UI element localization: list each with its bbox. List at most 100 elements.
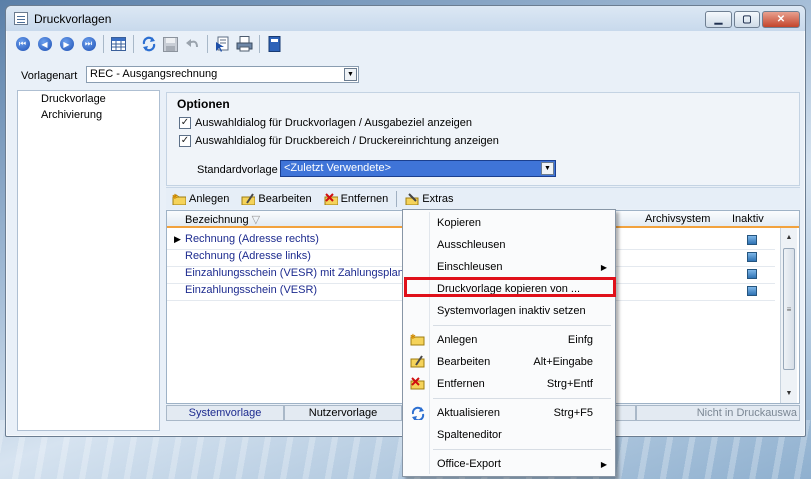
side-item-archivierung[interactable]: Archivierung: [41, 109, 102, 121]
side-item-druckvorlage[interactable]: Druckvorlage: [41, 93, 106, 105]
document-cursor-icon: [215, 36, 228, 52]
menu-separator: [433, 449, 611, 450]
grid-toolbar: ✱ Anlegen Bearbeiten Entfernen Extras: [166, 187, 800, 209]
edit-folder-icon: [410, 355, 425, 368]
toolbar-separator: [259, 35, 260, 53]
previous-record-button[interactable]: ◀: [34, 34, 55, 54]
table-row[interactable]: Einzahlungsschein (VESR): [185, 284, 317, 301]
menu-item-aktualisieren[interactable]: Aktualisieren Strg+F5: [405, 403, 613, 423]
menu-item-bearbeiten[interactable]: Bearbeiten Alt+Eingabe: [405, 352, 613, 372]
context-menu: Kopieren Ausschleusen Einschleusen ▶ Druc…: [402, 209, 616, 477]
optionen-panel: Optionen ✓ Auswahldialog für Druckvorlag…: [166, 92, 800, 186]
next-record-button[interactable]: ▶: [56, 34, 77, 54]
checkbox-druckvorlagen[interactable]: ✓: [179, 117, 191, 129]
first-record-button[interactable]: ⏮: [12, 34, 33, 54]
entfernen-label: Entfernen: [340, 192, 389, 205]
grid-scrollbar[interactable]: ▲ ≡ ▼: [780, 228, 797, 403]
menu-item-spalteneditor[interactable]: Spalteneditor: [405, 425, 613, 445]
menu-item-entfernen[interactable]: Entfernen Strg+Entf: [405, 374, 613, 394]
new-folder-icon: ✱: [172, 193, 186, 205]
anlegen-button[interactable]: ✱ Anlegen: [166, 189, 235, 209]
window-icon: [14, 12, 28, 25]
scroll-thumb[interactable]: ≡: [783, 248, 795, 370]
inaktiv-checkbox[interactable]: [747, 252, 757, 262]
close-icon: ✕: [776, 14, 786, 25]
column-header-archivsystem[interactable]: Archivsystem: [645, 213, 710, 225]
standardvorlage-select[interactable]: <Zuletzt Verwendete> ▼: [280, 160, 556, 177]
optionen-title: Optionen: [177, 97, 230, 111]
menu-item-anlegen[interactable]: ✱ Anlegen Einfg: [405, 330, 613, 350]
last-icon: ⏭: [81, 37, 96, 51]
chevron-down-icon[interactable]: ▼: [344, 68, 357, 81]
legend-nutzervorlage: Nutzervorlage: [284, 405, 402, 421]
inaktiv-checkbox[interactable]: [747, 235, 757, 245]
vorlagenart-value: REC - Ausgangsrechnung: [90, 68, 218, 80]
bearbeiten-button[interactable]: Bearbeiten: [235, 189, 317, 209]
inaktiv-checkbox[interactable]: [747, 286, 757, 296]
inaktiv-checkbox[interactable]: [747, 269, 757, 279]
menu-shortcut: Einfg: [567, 334, 593, 346]
minimize-button[interactable]: ▁: [705, 11, 732, 28]
scroll-down-icon[interactable]: ▼: [782, 386, 796, 400]
entfernen-button[interactable]: Entfernen: [318, 189, 395, 209]
book-button[interactable]: [264, 34, 285, 54]
last-record-button[interactable]: ⏭: [78, 34, 99, 54]
menu-shortcut: Strg+F5: [553, 407, 593, 419]
menu-label: Office-Export: [437, 458, 501, 470]
row-indicator-icon: ▶: [174, 234, 181, 244]
extras-button[interactable]: Extras: [399, 189, 459, 209]
print-preview-button[interactable]: [212, 34, 233, 54]
checkbox-druckbereich-label: Auswahldialog für Druckbereich / Drucker…: [195, 135, 499, 147]
save-button[interactable]: [160, 34, 181, 54]
option-row-druckbereich[interactable]: ✓ Auswahldialog für Druckbereich / Druck…: [179, 135, 499, 147]
refresh-icon: [142, 36, 155, 52]
checkbox-druckbereich[interactable]: ✓: [179, 135, 191, 147]
undo-button[interactable]: [182, 34, 203, 54]
menu-label: Kopieren: [437, 217, 482, 229]
refresh-button[interactable]: [138, 34, 159, 54]
next-icon: ▶: [59, 37, 74, 51]
menu-item-systemvorlagen-inaktiv[interactable]: Systemvorlagen inaktiv setzen: [405, 301, 613, 321]
window-title: Druckvorlagen: [34, 12, 112, 26]
new-folder-icon: ✱: [410, 333, 425, 346]
table-icon: [111, 37, 126, 51]
table-row[interactable]: Rechnung (Adresse links): [185, 250, 311, 267]
menu-item-ausschleusen[interactable]: Ausschleusen: [405, 235, 613, 255]
svg-text:✱: ✱: [410, 333, 416, 341]
delete-folder-icon: [324, 192, 338, 205]
menu-item-einschleusen[interactable]: Einschleusen ▶: [405, 257, 613, 277]
close-button[interactable]: ✕: [762, 11, 800, 28]
table-view-button[interactable]: [108, 34, 129, 54]
svg-text:✱: ✱: [172, 193, 178, 201]
menu-label: Systemvorlagen inaktiv setzen: [437, 305, 586, 317]
menu-label: Einschleusen: [437, 261, 503, 273]
toolbar-separator: [207, 35, 208, 53]
menu-separator: [433, 398, 611, 399]
standardvorlage-label: Standardvorlage: [197, 164, 278, 176]
table-row[interactable]: Einzahlungsschein (VESR) mit Zahlungspla…: [185, 267, 404, 284]
standardvorlage-value: <Zuletzt Verwendete>: [284, 162, 392, 174]
menu-item-office-export[interactable]: Office-Export ▶: [405, 454, 613, 474]
table-row[interactable]: Rechnung (Adresse rechts): [185, 233, 319, 250]
checkbox-druckvorlagen-label: Auswahldialog für Druckvorlagen / Ausgab…: [195, 117, 473, 129]
maximize-button[interactable]: ▢: [734, 11, 760, 28]
menu-label: Anlegen: [437, 334, 478, 346]
menu-shortcut: Alt+Eingabe: [533, 356, 593, 368]
menu-item-kopieren[interactable]: Kopieren: [405, 213, 613, 233]
extras-label: Extras: [422, 192, 454, 205]
scroll-up-icon[interactable]: ▲: [782, 230, 796, 244]
menu-label: Aktualisieren: [437, 407, 500, 419]
print-button[interactable]: [234, 34, 255, 54]
vorlagenart-select[interactable]: REC - Ausgangsrechnung ▼: [86, 66, 359, 83]
refresh-icon: [411, 406, 425, 420]
option-row-druckvorlagen[interactable]: ✓ Auswahldialog für Druckvorlagen / Ausg…: [179, 117, 472, 129]
chevron-down-icon[interactable]: ▼: [541, 162, 554, 175]
column-header-inaktiv[interactable]: Inaktiv: [732, 213, 764, 225]
main-toolbar: ⏮ ◀ ▶ ⏭: [12, 33, 799, 55]
legend-systemvorlage: Systemvorlage: [166, 405, 284, 421]
menu-label: Bearbeiten: [437, 356, 491, 368]
first-icon: ⏮: [15, 37, 30, 51]
grid-toolbar-separator: [396, 190, 398, 207]
column-header-bezeichnung[interactable]: Bezeichnung ▽: [185, 213, 260, 226]
title-bar[interactable]: Druckvorlagen ▁ ▢ ✕: [6, 6, 805, 31]
